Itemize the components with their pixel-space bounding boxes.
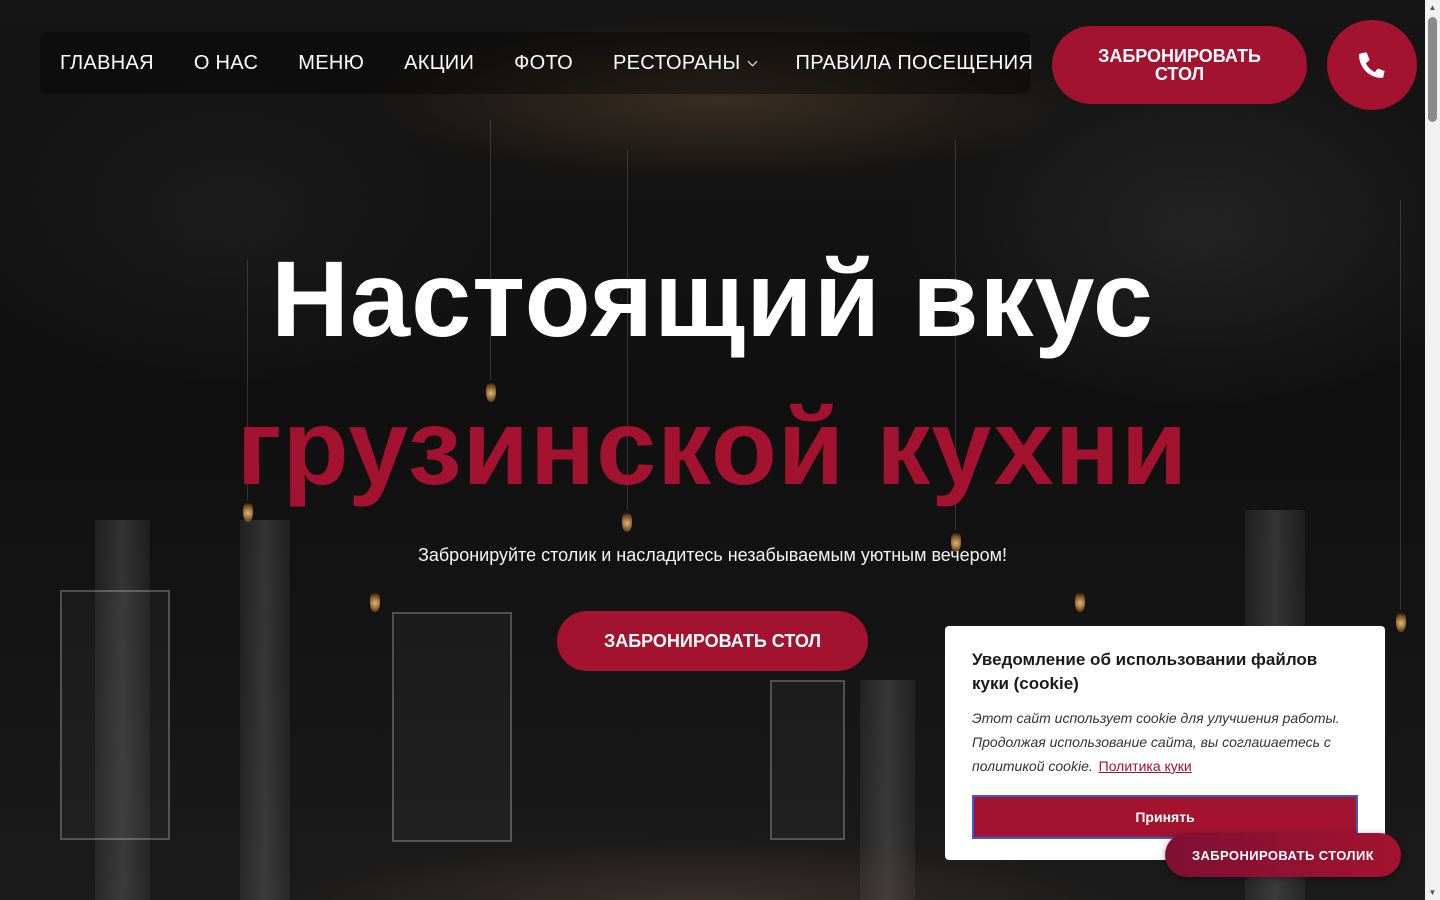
cookie-notice-text: Этот сайт использует cookie для улучшени…: [972, 706, 1358, 778]
chevron-down-icon: [747, 56, 757, 66]
floating-book-table-button[interactable]: ЗАБРОНИРОВАТЬ СТОЛИК: [1165, 833, 1401, 877]
scrollbar-thumb[interactable]: [1428, 17, 1437, 122]
cookie-notice-title: Уведомление об использовании файлов куки…: [972, 650, 1318, 693]
nav-item-restaurants[interactable]: РЕСТОРАНЫ: [613, 51, 757, 75]
book-table-button[interactable]: ЗАБРОНИРОВАТЬ СТОЛ: [1052, 26, 1307, 104]
nav-item-restaurants-label: РЕСТОРАНЫ: [613, 51, 741, 74]
cookie-policy-link[interactable]: Политика куки: [1099, 758, 1192, 774]
nav-item-rules[interactable]: ПРАВИЛА ПОСЕЩЕНИЯ: [796, 52, 1034, 75]
cookie-notice: Уведомление об использовании файлов куки…: [945, 626, 1385, 860]
scroll-down-arrow-icon[interactable]: ▼: [1425, 885, 1440, 900]
hero-subtitle: Забронируйте столик и насладитесь незабы…: [417, 545, 1008, 565]
hero-title-line-2: грузинской кухни: [236, 386, 1189, 507]
nav-item-home[interactable]: ГЛАВНАЯ: [60, 52, 154, 75]
page-scrollbar[interactable]: ▲ ▼: [1425, 0, 1440, 900]
hero-book-table-button[interactable]: ЗАБРОНИРОВАТЬ СТОЛ: [557, 611, 868, 671]
phone-icon: [1359, 52, 1385, 78]
nav-item-promotions[interactable]: АКЦИИ: [404, 52, 474, 75]
scroll-up-arrow-icon[interactable]: ▲: [1425, 0, 1440, 15]
main-navigation: ГЛАВНАЯ О НАС МЕНЮ АКЦИИ ФОТО РЕСТОРАНЫ …: [40, 32, 1033, 94]
phone-button[interactable]: [1327, 20, 1417, 110]
nav-item-menu[interactable]: МЕНЮ: [298, 52, 364, 75]
nav-item-photo[interactable]: ФОТО: [514, 52, 573, 75]
nav-item-about[interactable]: О НАС: [194, 52, 258, 75]
hero-title-line-1: Настоящий вкус: [271, 238, 1154, 359]
